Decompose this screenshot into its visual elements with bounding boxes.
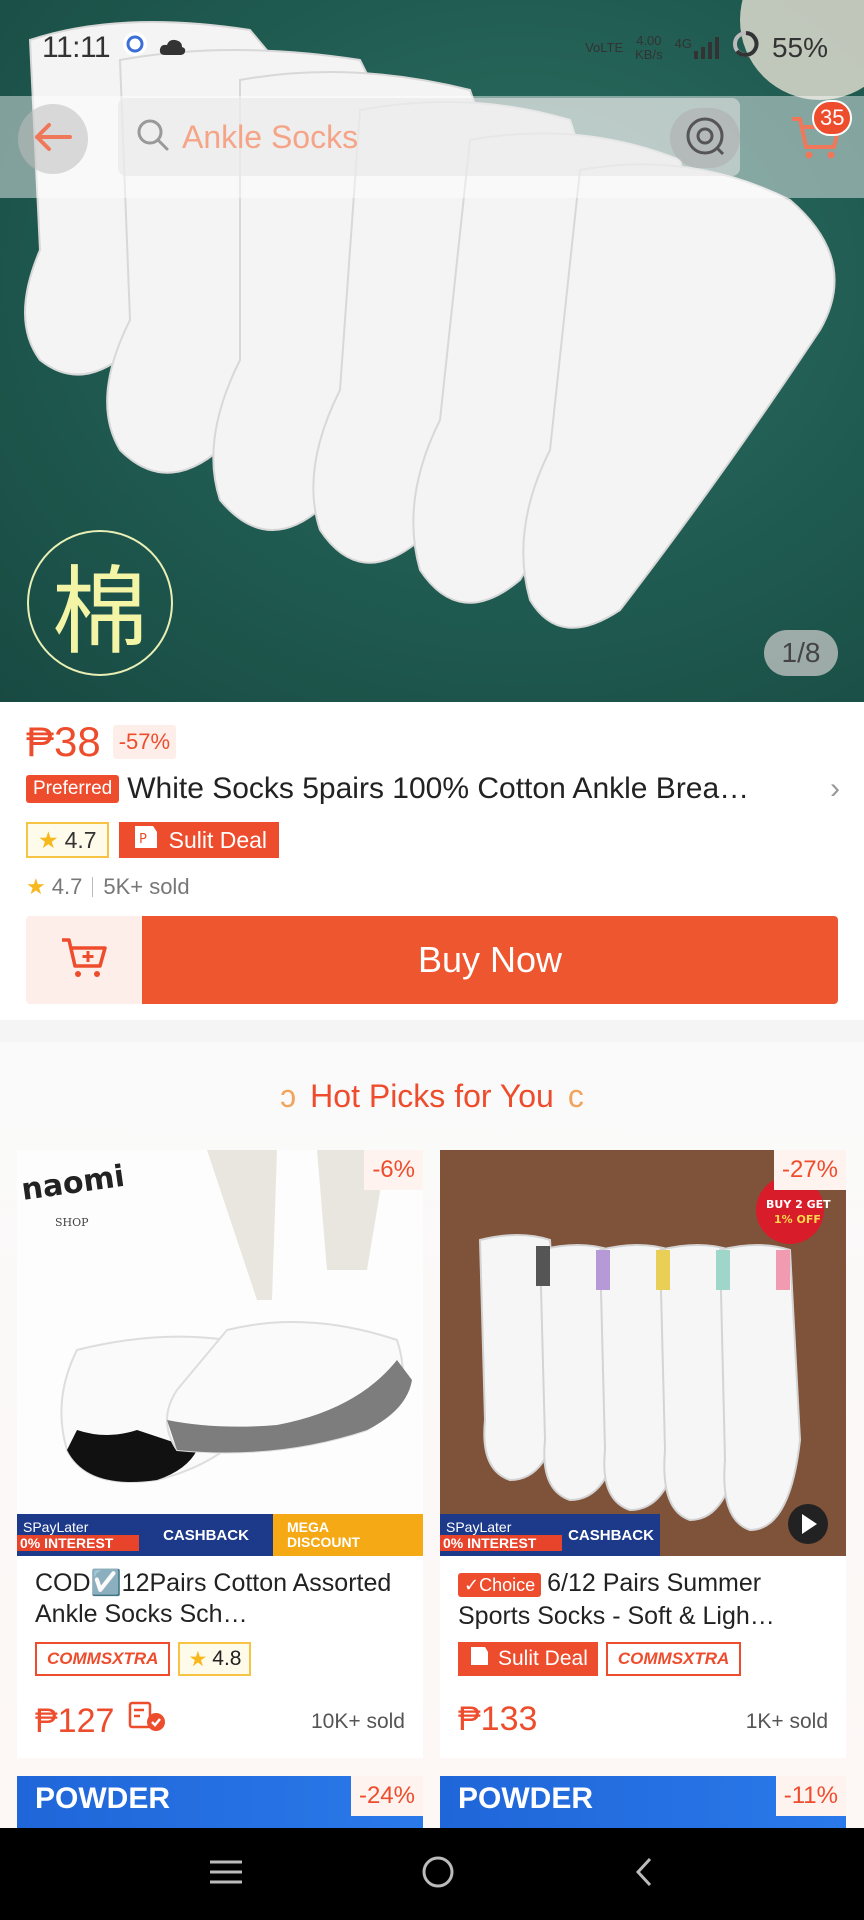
status-bar: 11:11 VoLTE 4.00 KB/s 4G 55% xyxy=(0,0,864,96)
home-icon xyxy=(422,1856,454,1887)
meta-rating: 4.7 xyxy=(51,874,83,899)
menu-button[interactable] xyxy=(208,1857,244,1892)
back-nav-icon xyxy=(635,1857,651,1886)
buy2-promo-line2: 1% OFF xyxy=(774,1213,821,1226)
sold-count: 5K+ sold xyxy=(103,874,190,899)
choice-badge: ✓Choice xyxy=(458,1573,542,1597)
search-placeholder: Ankle Socks xyxy=(182,118,359,155)
camera-icon xyxy=(683,114,727,163)
battery-icon xyxy=(732,30,760,66)
star-icon: ★ xyxy=(26,874,46,899)
card-image-text: POWDER xyxy=(458,1782,593,1815)
product-card[interactable]: POWDER -11% xyxy=(440,1776,846,1828)
product-title: White Socks 5pairs 100% Cotton Ankle Bre… xyxy=(127,772,750,805)
star-icon: ★ xyxy=(38,826,59,853)
card-title: ✓Choice 6/12 Pairs Summer Sports Socks - … xyxy=(458,1569,775,1630)
buy2-promo-line1: BUY 2 GET xyxy=(766,1198,831,1211)
product-title-row[interactable]: Preferred White Socks 5pairs 100% Cotton… xyxy=(26,772,840,806)
add-cart-icon xyxy=(60,936,108,985)
volte-indicator: VoLTE xyxy=(585,40,624,55)
card-discount: -27% xyxy=(773,1150,846,1190)
network-speed: 4.00 KB/s xyxy=(635,33,663,62)
back-button[interactable] xyxy=(18,104,88,174)
product-card[interactable]: POWDER -24% xyxy=(17,1776,423,1828)
cloud-icon xyxy=(158,31,186,65)
deal-tag-icon: P xyxy=(131,824,159,856)
search-input[interactable]: Ankle Socks xyxy=(118,98,740,176)
card-title: COD☑️12Pairs Cotton Assorted Ankle Socks… xyxy=(35,1569,392,1628)
app-notification-icon xyxy=(122,31,148,65)
back-nav-button[interactable] xyxy=(632,1855,656,1894)
cod-icon xyxy=(128,1701,168,1740)
card-price: ₱127 xyxy=(35,1700,168,1741)
image-counter: 1/8 xyxy=(764,630,838,676)
swirl-right-icon: c xyxy=(567,1078,584,1114)
card-price: ₱133 xyxy=(458,1700,538,1738)
add-to-cart-button[interactable] xyxy=(26,916,142,1004)
commsxtra-tag: COMMSXTRA xyxy=(35,1642,171,1676)
card-rating: ★ 4.8 xyxy=(178,1642,252,1676)
promo-banner: SPayLater 0% INTEREST CASHBACK xyxy=(440,1514,660,1556)
swirl-left-icon: ↄ xyxy=(280,1078,297,1114)
card-discount: -24% xyxy=(350,1776,423,1816)
discount-badge: -57% xyxy=(112,725,177,759)
commsxtra-tag: COMMSXTRA xyxy=(605,1642,742,1676)
home-button[interactable] xyxy=(421,1855,455,1894)
sulit-deal-tag: Sulit Deal xyxy=(458,1642,598,1676)
product-price: ₱38 xyxy=(26,718,101,765)
buy-now-button[interactable]: Buy Now xyxy=(142,916,838,1004)
back-arrow-icon xyxy=(33,122,73,157)
image-search-button[interactable] xyxy=(670,108,740,168)
sulit-deal-badge: P Sulit Deal xyxy=(118,822,280,858)
system-nav-bar xyxy=(0,1828,864,1920)
status-time: 11:11 xyxy=(42,31,111,64)
rating-badge: ★ 4.7 xyxy=(26,822,109,858)
menu-icon xyxy=(210,1860,243,1883)
cotton-badge: 棉 xyxy=(27,530,173,676)
battery-level: 55% xyxy=(771,32,828,63)
card-image-text: POWDER xyxy=(35,1782,170,1815)
cart-count-badge: 35 xyxy=(812,100,853,136)
rating-sold-row: ★ 4.7 5K+ sold xyxy=(26,874,190,900)
product-card-image: naomi SHOP xyxy=(17,1150,423,1556)
product-info: ₱38 -57% Preferred White Socks 5pairs 10… xyxy=(0,702,864,1020)
star-icon: ★ xyxy=(188,1647,208,1671)
card-sold: 1K+ sold xyxy=(745,1710,828,1733)
chevron-right-icon: › xyxy=(830,772,840,805)
search-icon xyxy=(136,118,170,157)
product-card-image: BUY 2 GET 1% OFF xyxy=(440,1150,846,1556)
card-sold: 10K+ sold xyxy=(311,1710,405,1733)
signal-icon: 4G xyxy=(675,37,720,59)
product-card[interactable]: naomi SHOP -6% SPayLater 0% INTEREST CAS… xyxy=(17,1150,423,1758)
product-card[interactable]: BUY 2 GET 1% OFF -27% SPayLater 0% INTER… xyxy=(440,1150,846,1758)
svg-text:P: P xyxy=(139,832,147,847)
card-discount: -11% xyxy=(775,1776,846,1816)
brand-sub: SHOP xyxy=(55,1216,89,1229)
preferred-badge: Preferred xyxy=(26,775,120,803)
deal-tag-icon xyxy=(468,1645,490,1673)
hot-picks-section: ↄ Hot Picks for You c naomi SHOP -6% SPayL… xyxy=(0,1042,864,1828)
promo-banner: SPayLater 0% INTEREST CASHBACK MEGA DISC… xyxy=(17,1514,423,1556)
hot-picks-title: ↄ Hot Picks for You c xyxy=(280,1078,584,1114)
card-discount: -6% xyxy=(364,1150,423,1190)
